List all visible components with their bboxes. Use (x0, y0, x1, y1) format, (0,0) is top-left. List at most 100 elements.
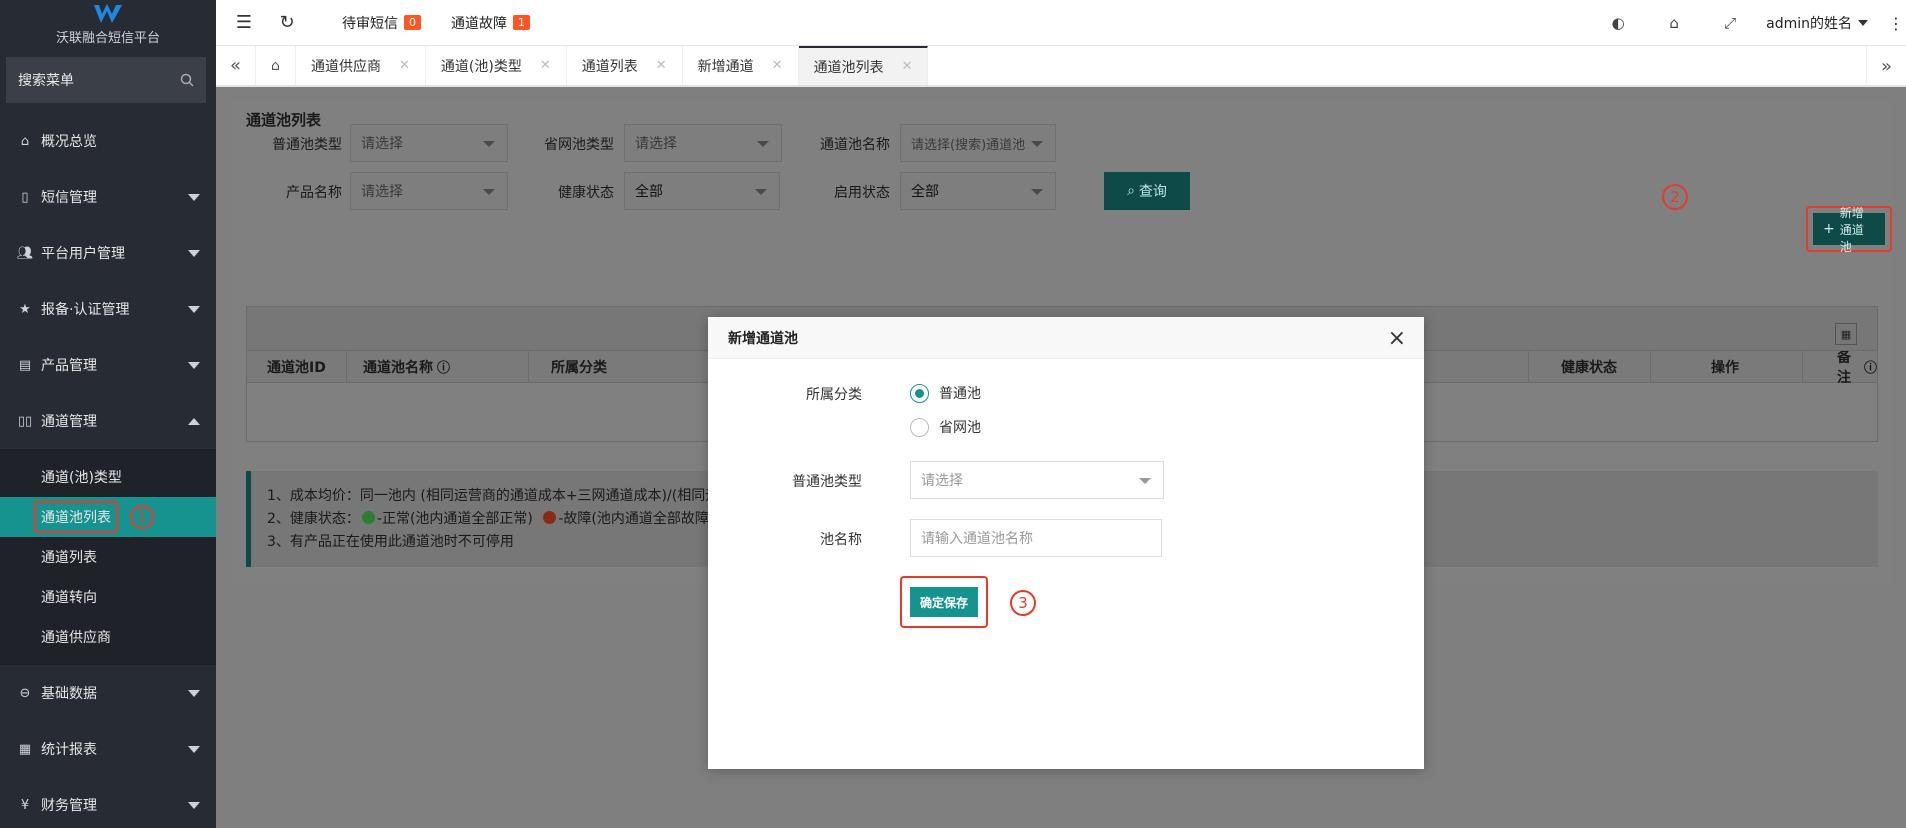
search-icon (180, 73, 194, 87)
select-value: 请选择 (635, 136, 677, 152)
sidebar-item-sms[interactable]: ▯ 短信管理 (0, 169, 216, 225)
sub-item-channel-list[interactable]: 通道列表 (0, 537, 216, 577)
tabs-scroll-right-icon[interactable]: » (1866, 46, 1906, 86)
sub-item-label: 通道池列表 (34, 501, 118, 533)
sidebar-item-products[interactable]: ▤ 产品管理 (0, 337, 216, 393)
col-actions: 操作 (1651, 351, 1803, 382)
close-icon[interactable]: ✕ (540, 58, 551, 73)
tabs-bar: « ⌂ 通道供应商 ✕ 通道(池)类型 ✕ 通道列表 ✕ 新增通道 ✕ 通道池列表 ✕ » (216, 46, 1906, 86)
tab-channel-list[interactable]: 通道列表 ✕ (567, 46, 683, 85)
page-title: 通道池列表 (246, 111, 322, 129)
col-health: 健康状态 (1529, 351, 1651, 382)
filter-label: 健康状态 (558, 185, 614, 201)
star-icon: ★ (19, 301, 31, 317)
filter-label: 省网池类型 (544, 137, 614, 153)
tabs-scroll-left-icon[interactable]: « (216, 46, 256, 85)
home-icon: ⌂ (20, 133, 30, 149)
pool-name-input[interactable]: 请输入通道池名称 (910, 519, 1162, 557)
channel-fault-badge: 1 (513, 15, 530, 30)
refresh-icon[interactable]: ↻ (272, 12, 302, 33)
menu-toggle-icon[interactable]: ☰ (216, 12, 272, 33)
chevron-down-icon (1139, 478, 1151, 484)
col-pool-name: 通道池名称 ⓘ (347, 351, 529, 382)
col-label: 备注 (1837, 349, 1851, 386)
tab-label: 新增通道 (697, 58, 754, 75)
topbar: ☰ ↻ 待审短信 0 通道故障 1 ◐ ⌂ ⤢ admin的姓名 ⋮ (216, 0, 1906, 46)
sub-item-channel-supplier[interactable]: 通道供应商 (0, 617, 216, 657)
radio-province-pool[interactable]: 省网池 (910, 417, 981, 437)
close-icon[interactable]: ✕ (656, 58, 667, 73)
chevron-down-icon (757, 141, 769, 147)
channel-fault-link[interactable]: 通道故障 1 (451, 13, 530, 33)
info-icon[interactable]: ⓘ (1864, 357, 1877, 376)
save-highlight: 确定保存 (900, 576, 989, 628)
chevron-down-icon (188, 746, 200, 753)
sidebar-item-certification[interactable]: ★ 报备·认证管理 (0, 281, 216, 337)
close-icon[interactable]: × (1388, 326, 1406, 351)
more-icon[interactable]: ⋮ (1886, 14, 1906, 33)
close-icon[interactable]: ✕ (399, 58, 410, 73)
enabled-status-select[interactable]: 全部 (900, 172, 1056, 210)
user-menu[interactable]: admin的姓名 (1758, 13, 1886, 33)
tab-channel-supplier[interactable]: 通道供应商 ✕ (296, 46, 426, 85)
select-value: 全部 (635, 184, 663, 200)
tab-label: 通道(池)类型 (440, 58, 522, 75)
sidebar-item-finance[interactable]: ¥ 财务管理 (0, 777, 216, 828)
save-button[interactable]: 确定保存 (910, 587, 979, 617)
pending-sms-badge: 0 (404, 15, 421, 30)
sidebar-item-label: 财务管理 (41, 798, 97, 814)
status-ok-icon (361, 511, 375, 524)
pending-sms-label: 待审短信 (342, 15, 398, 32)
province-pool-type-select[interactable]: 请选择 (624, 124, 782, 162)
sub-item-channel-pool-type[interactable]: 通道(池)类型 (0, 457, 216, 497)
normal-pool-type-select[interactable]: 请选择 (350, 124, 508, 162)
sidebar-item-overview[interactable]: ⌂ 概况总览 (0, 113, 216, 169)
pool-type-select[interactable]: 请选择 (910, 461, 1164, 499)
sidebar-menu: ⌂ 概况总览 ▯ 短信管理 👥︎ 平台用户管理 ★ 报备·认证管理 ▤ 产品管理… (0, 113, 216, 828)
sidebar-item-basic-data[interactable]: ⊖ 基础数据 (0, 665, 216, 721)
tab-add-channel[interactable]: 新增通道 ✕ (683, 46, 799, 85)
pool-name-select[interactable]: 请选择(搜索)通道池 (900, 124, 1056, 162)
select-value: 请选择 (361, 184, 403, 200)
theme-icon[interactable]: ◐ (1590, 14, 1646, 32)
tag-icon[interactable]: ⌂ (1646, 14, 1702, 32)
tab-channel-pool-type[interactable]: 通道(池)类型 ✕ (426, 46, 567, 85)
add-pool-button[interactable]: + 新增通道池 (1813, 206, 1885, 254)
sidebar-item-users[interactable]: 👥︎ 平台用户管理 (0, 225, 216, 281)
home-tab-icon[interactable]: ⌂ (256, 46, 296, 85)
modal-header: 新增通道池 × (708, 317, 1424, 359)
app-title: 沃联融合短信平台 (55, 31, 160, 46)
note-2-label: 2、健康状态： (267, 511, 360, 527)
query-button[interactable]: ⌕ 查询 (1104, 172, 1190, 210)
close-icon[interactable]: ✕ (902, 59, 913, 74)
product-name-select[interactable]: 请选择 (350, 172, 508, 210)
sidebar-item-label: 短信管理 (41, 190, 97, 206)
radio-checked-icon (910, 383, 929, 403)
sidebar-item-channels[interactable]: ▯▯ 通道管理 (0, 393, 216, 449)
pending-sms-link[interactable]: 待审短信 0 (342, 13, 421, 33)
filter-label: 普通池类型 (272, 137, 342, 153)
note-2-fault: -故障(池内通道全部故障) (558, 511, 715, 527)
tab-label: 通道列表 (581, 58, 638, 75)
sidebar-item-label: 统计报表 (41, 742, 97, 758)
channel-submenu: 通道(池)类型 通道池列表 1 通道列表 通道转向 通道供应商 (0, 449, 216, 665)
close-icon[interactable]: ✕ (772, 58, 783, 73)
radio-normal-pool[interactable]: 普通池 (910, 383, 981, 403)
sub-item-channel-pool-list[interactable]: 通道池列表 1 (0, 497, 216, 537)
health-status-select[interactable]: 全部 (624, 172, 780, 210)
filter-label: 通道池名称 (820, 137, 890, 153)
sidebar-item-reports[interactable]: ▦ 统计报表 (0, 721, 216, 777)
annotation-marker-1: 1 (130, 505, 154, 529)
sub-item-channel-route[interactable]: 通道转向 (0, 577, 216, 617)
column-toggle-icon[interactable]: ▦ (1835, 323, 1857, 345)
topbar-right: ◐ ⌂ ⤢ admin的姓名 ⋮ (1590, 0, 1906, 46)
sidebar-item-label: 平台用户管理 (41, 246, 125, 262)
tab-channel-pool-list[interactable]: 通道池列表 ✕ (798, 46, 929, 85)
sidebar-item-label: 基础数据 (41, 686, 97, 702)
logo: 沃联融合短信平台 (0, 0, 216, 50)
query-label: 查询 (1138, 184, 1167, 200)
fullscreen-icon[interactable]: ⤢ (1702, 14, 1758, 32)
info-icon[interactable]: ⓘ (437, 357, 450, 376)
select-placeholder: 请选择 (921, 473, 963, 489)
menu-search[interactable]: 搜索菜单 (6, 57, 206, 103)
